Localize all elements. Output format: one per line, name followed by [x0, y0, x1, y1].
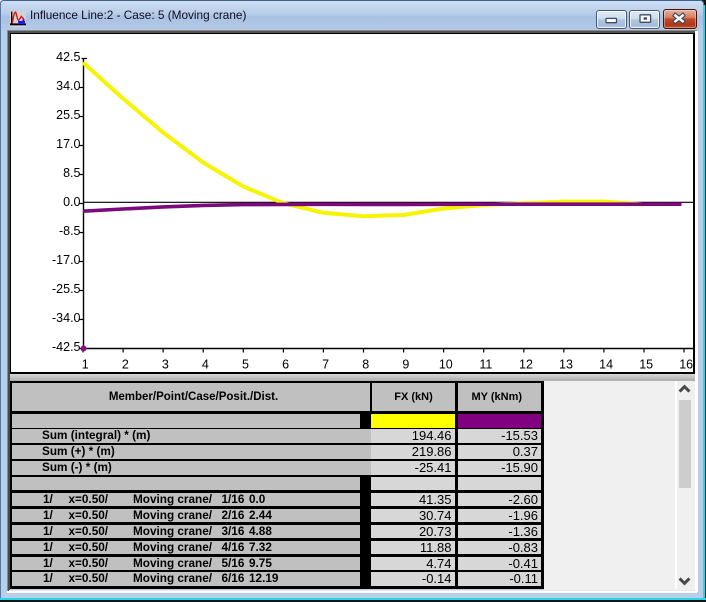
svg-text:4: 4: [202, 357, 209, 371]
svg-text:-34.0: -34.0: [52, 311, 81, 325]
svg-text:7: 7: [322, 357, 329, 371]
svg-text:5: 5: [242, 357, 249, 371]
svg-text:2: 2: [122, 357, 129, 371]
svg-text:-8.5: -8.5: [59, 224, 81, 238]
svg-text:1: 1: [82, 357, 89, 371]
svg-text:17.0: 17.0: [56, 137, 80, 151]
svg-text:10: 10: [439, 357, 453, 371]
svg-text:15: 15: [639, 357, 653, 371]
svg-text:8.5: 8.5: [63, 166, 80, 180]
svg-text:34.0: 34.0: [56, 79, 80, 93]
svg-text:25.5: 25.5: [56, 108, 80, 122]
svg-text:-25.5: -25.5: [52, 282, 81, 296]
svg-text:9: 9: [402, 357, 409, 371]
svg-text:11: 11: [479, 357, 492, 371]
svg-text:0.0: 0.0: [63, 195, 80, 209]
svg-text:-17.0: -17.0: [52, 253, 81, 267]
svg-text:12: 12: [519, 357, 533, 371]
svg-text:3: 3: [162, 357, 169, 371]
svg-text:16: 16: [679, 357, 693, 371]
svg-text:14: 14: [599, 357, 613, 371]
svg-text:42.5: 42.5: [56, 50, 80, 64]
svg-text:6: 6: [282, 357, 289, 371]
svg-text:-42.5: -42.5: [52, 340, 81, 354]
svg-text:8: 8: [362, 357, 369, 371]
svg-text:13: 13: [559, 357, 573, 371]
